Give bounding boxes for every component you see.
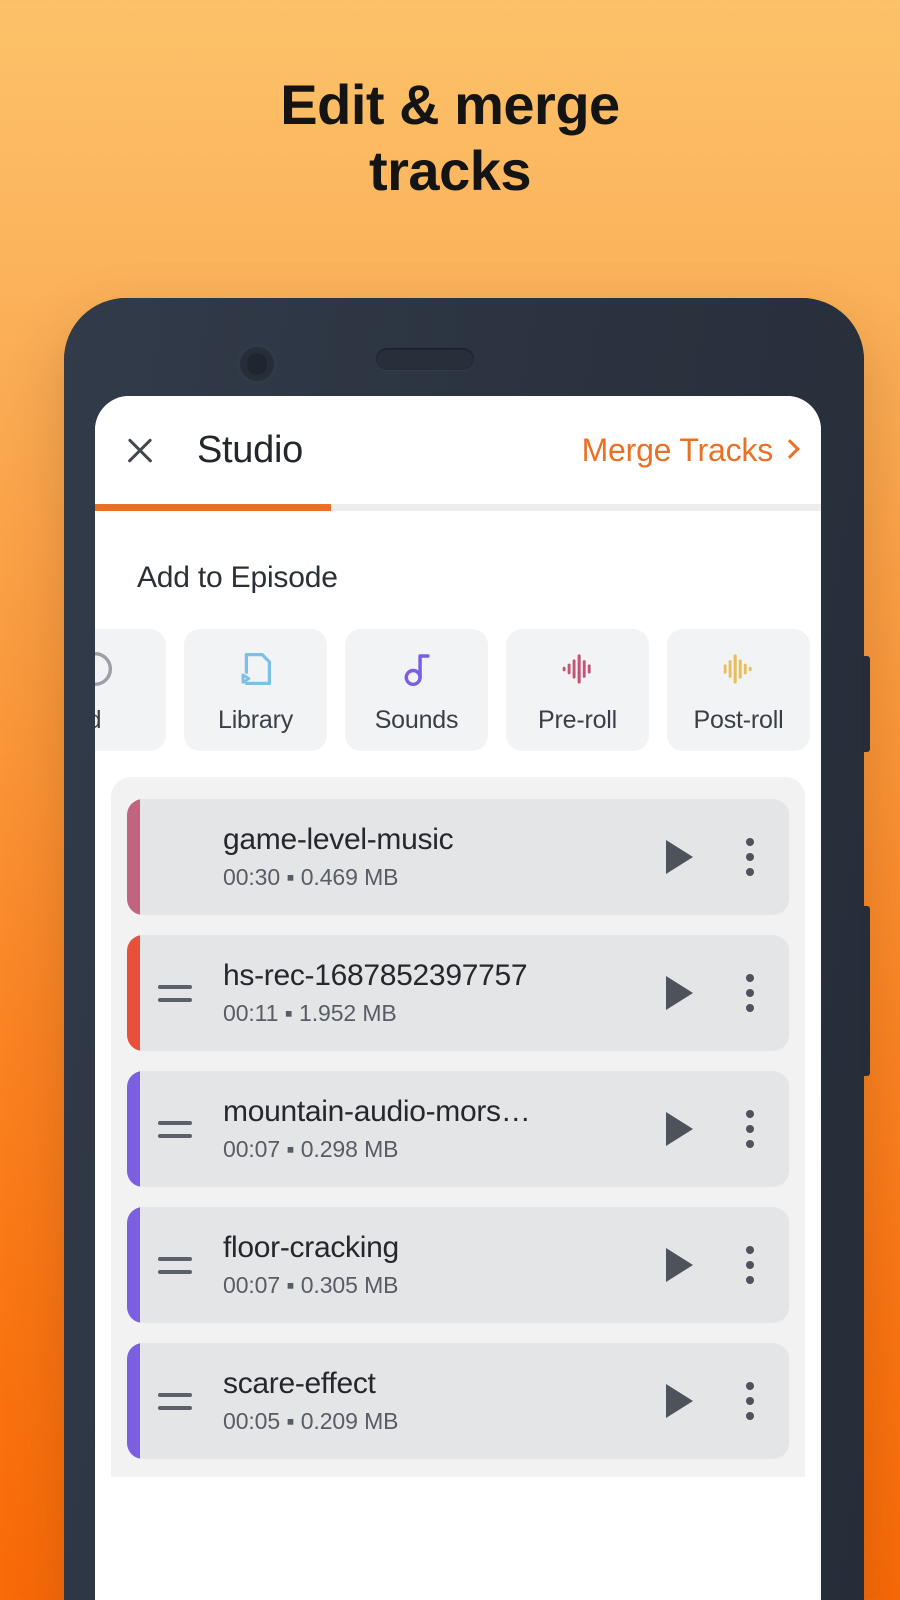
drag-handle-icon[interactable] [127,849,223,866]
more-vertical-icon[interactable] [711,1246,789,1284]
section-label: Add to Episode [137,561,338,594]
phone-screen: Studio Merge Tracks Add to Episode d [95,396,821,1600]
track-accent-bar [127,935,140,1051]
phone-device-frame: Studio Merge Tracks Add to Episode d [64,298,870,1600]
page-title: Studio [197,428,303,471]
chip-label: Pre-roll [538,705,617,734]
power-button[interactable] [861,906,870,1076]
table-row[interactable]: floor-cracking 00:07 ▪ 0.305 MB [127,1207,789,1323]
track-meta: 00:07 ▪ 0.298 MB [223,1136,635,1163]
track-meta-separator: ▪ [284,1000,293,1027]
track-name: floor-cracking [223,1230,399,1264]
table-row[interactable]: game-level-music 00:30 ▪ 0.469 MB [127,799,789,915]
headline-line-1: Edit & merge [280,73,620,136]
track-accent-bar [127,799,140,915]
track-name: hs-rec-1687852397757 [223,958,528,992]
track-accent-bar [127,1071,140,1187]
track-duration: 00:05 [223,1408,281,1435]
play-icon[interactable] [647,1112,711,1146]
play-icon[interactable] [647,976,711,1010]
track-name: mountain-audio-mors… [223,1094,531,1128]
file-play-icon [241,652,271,685]
track-text: mountain-audio-mors… 00:07 ▪ 0.298 MB [223,1095,647,1164]
track-meta-separator: ▪ [286,1136,295,1163]
progress-fill [95,504,331,511]
track-duration: 00:07 [223,1272,281,1299]
drag-handle-icon[interactable] [127,1256,223,1274]
table-row[interactable]: mountain-audio-mors… 00:07 ▪ 0.298 MB [127,1071,789,1187]
play-icon[interactable] [647,1384,711,1418]
merge-tracks-button[interactable]: Merge Tracks [581,431,800,469]
merge-tracks-label: Merge Tracks [581,431,774,468]
track-meta-separator: ▪ [286,1272,295,1299]
track-duration: 00:11 [223,1000,279,1027]
track-size: 0.305 MB [300,1272,399,1299]
track-name: scare-effect [223,1366,376,1400]
waveform-icon [562,653,591,684]
table-row[interactable]: hs-rec-1687852397757 00:11 ▪ 1.952 MB [127,935,789,1051]
chip-label: Sounds [374,705,459,734]
chip-pre-roll[interactable]: Pre-roll [506,629,649,751]
earpiece-speaker-icon [376,348,474,370]
track-meta: 00:05 ▪ 0.209 MB [223,1408,635,1435]
headline-line-2: tracks [368,139,532,203]
chip-post-roll[interactable]: Post-roll [667,629,810,751]
track-size: 1.952 MB [299,1000,397,1027]
category-chip-row[interactable]: d Library Sounds [95,595,821,751]
waveform-icon [723,653,752,684]
chevron-right-icon [780,439,800,459]
more-vertical-icon[interactable] [711,1110,789,1148]
promo-headline: Edit & merge tracks [0,72,900,204]
chip-label: d [95,706,102,735]
close-icon[interactable] [117,427,163,473]
chip-sounds[interactable]: Sounds [345,629,488,751]
track-text: floor-cracking 00:07 ▪ 0.305 MB [223,1231,647,1300]
track-meta: 00:11 ▪ 1.952 MB [223,1000,635,1027]
track-text: scare-effect 00:05 ▪ 0.209 MB [223,1367,647,1436]
more-vertical-icon[interactable] [711,974,789,1012]
track-size: 0.298 MB [300,1136,399,1163]
progress-track [95,504,821,511]
track-list: game-level-music 00:30 ▪ 0.469 MB hs-rec… [111,777,805,1477]
track-name: game-level-music [223,822,454,856]
volume-button[interactable] [861,656,870,752]
play-icon[interactable] [647,840,711,874]
chip-library[interactable]: Library [184,629,327,751]
track-duration: 00:07 [223,1136,281,1163]
track-meta-separator: ▪ [286,1408,295,1435]
track-size: 0.469 MB [300,864,399,891]
track-meta-separator: ▪ [286,864,295,891]
track-size: 0.209 MB [300,1408,399,1435]
more-vertical-icon[interactable] [711,838,789,876]
drag-handle-icon[interactable] [127,1120,223,1138]
track-meta: 00:30 ▪ 0.469 MB [223,864,635,891]
table-row[interactable]: scare-effect 00:05 ▪ 0.209 MB [127,1343,789,1459]
chip-record[interactable]: d [95,629,166,751]
chip-label: Post-roll [693,705,784,734]
play-icon[interactable] [647,1248,711,1282]
drag-handle-icon[interactable] [127,1392,223,1410]
app-header: Studio Merge Tracks [95,396,821,504]
music-note-icon [404,653,430,686]
track-accent-bar [127,1343,140,1459]
chip-label: Library [217,705,294,734]
more-vertical-icon[interactable] [711,1382,789,1420]
drag-handle-icon[interactable] [127,984,223,1002]
record-icon [95,651,112,686]
track-text: hs-rec-1687852397757 00:11 ▪ 1.952 MB [223,959,647,1028]
track-meta: 00:07 ▪ 0.305 MB [223,1272,635,1299]
track-text: game-level-music 00:30 ▪ 0.469 MB [223,823,647,892]
track-accent-bar [127,1207,140,1323]
track-duration: 00:30 [223,864,281,891]
front-camera-icon [236,343,278,385]
